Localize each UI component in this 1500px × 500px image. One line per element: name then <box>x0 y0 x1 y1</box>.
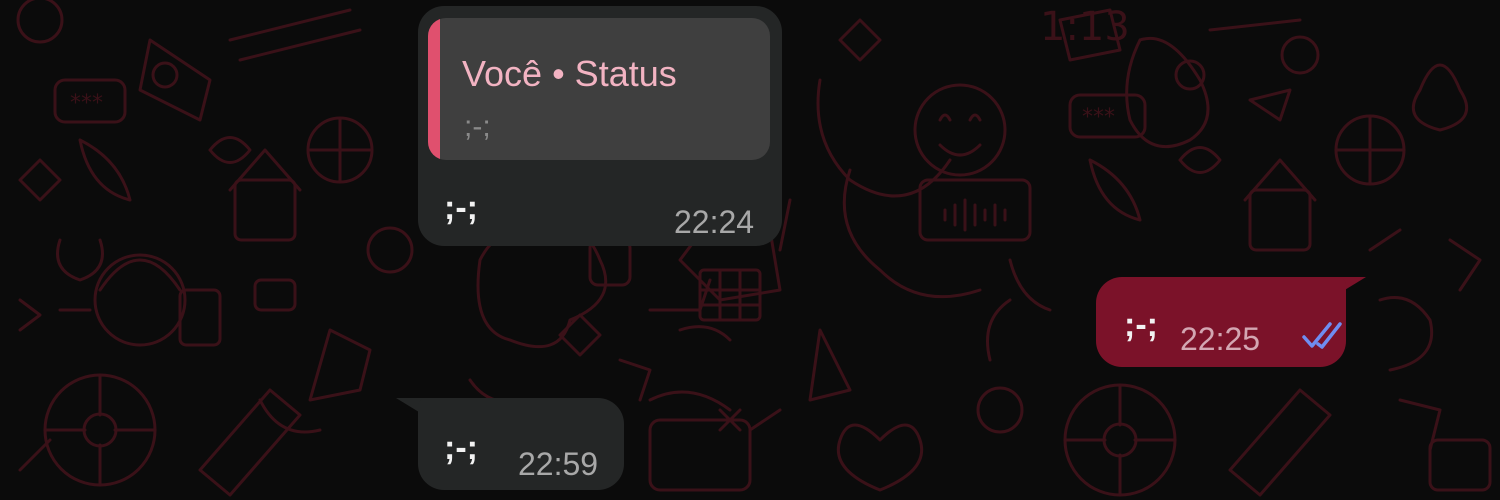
quoted-status-reply[interactable]: Você • Status ;-; <box>428 18 770 160</box>
message-bubble-outgoing[interactable]: ;-; 22:25 <box>1096 277 1346 367</box>
message-text: ;-; <box>444 429 478 467</box>
message-bubble-incoming[interactable]: ;-; 22:59 <box>418 398 624 490</box>
message-text: ;-; <box>1124 306 1158 344</box>
message-time: 22:25 <box>1180 321 1261 357</box>
message-time: 22:24 <box>674 204 755 240</box>
quote-author: Você • Status <box>462 53 677 94</box>
svg-text:***: *** <box>70 91 103 116</box>
message-time: 22:59 <box>518 446 599 482</box>
message-bubble-incoming[interactable]: Você • Status ;-; ;-; 22:24 <box>418 6 782 246</box>
message-text: ;-; <box>444 189 478 227</box>
double-check-read-icon <box>1302 322 1342 349</box>
svg-text:***: *** <box>1082 105 1115 130</box>
quote-accent-bar <box>428 18 440 160</box>
quote-text: ;-; <box>464 110 491 143</box>
svg-text:1:13: 1:13 <box>1040 4 1130 50</box>
